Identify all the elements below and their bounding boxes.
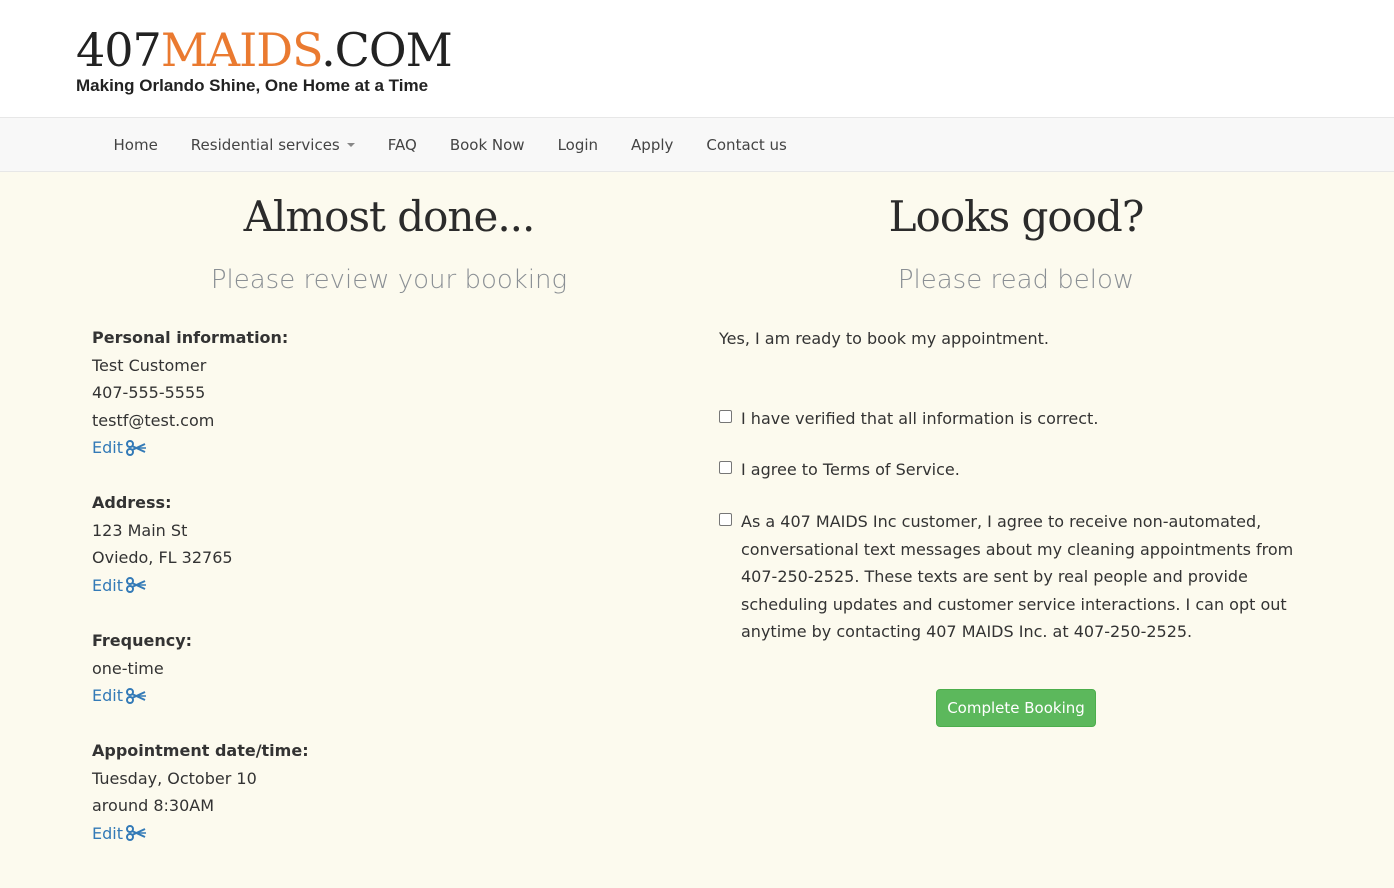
verify-info-label: I have verified that all information is … — [741, 409, 1099, 428]
main-navbar: Home Residential services FAQ Book Now L… — [0, 117, 1394, 172]
confirm-subheading: Please read below — [897, 265, 1135, 295]
edit-link-label: Edit — [92, 575, 123, 595]
review-subheading: Please review your booking — [210, 265, 568, 295]
appointment-time: around 8:30AM — [92, 796, 215, 815]
sms-consent-label: As a 407 MAIDS Inc customer, I agree to … — [741, 512, 1294, 641]
review-heading: Almost done... — [243, 192, 536, 241]
edit-link-label: Edit — [92, 686, 123, 705]
logo-part-com: .COM — [321, 23, 453, 77]
frequency-section: Frequency: one-time Edit — [92, 627, 192, 710]
edit-personal-info-link[interactable]: Edit — [92, 434, 147, 462]
logo-wordmark: 407MAIDS.COM — [76, 22, 453, 78]
nav-item-label: Residential services — [190, 135, 340, 154]
terms-row: I agree to Terms of Service. — [719, 456, 1313, 484]
verify-info-checkbox[interactable] — [719, 410, 732, 423]
appointment-date: Tuesday, October 10 — [92, 768, 257, 788]
nav-item-login[interactable]: Login — [541, 136, 614, 154]
terms-label: I agree to Terms of Service. — [741, 460, 960, 479]
sms-consent-row: As a 407 MAIDS Inc customer, I agree to … — [719, 508, 1313, 646]
confirm-heading: Looks good? — [888, 192, 1145, 241]
nav-item-label: Login — [557, 135, 599, 154]
logo-tagline: Making Orlando Shine, One Home at a Time — [76, 76, 429, 95]
scissors-icon — [125, 577, 146, 594]
verify-info-row: I have verified that all information is … — [719, 405, 1313, 433]
nav-item-label: Home — [113, 135, 158, 154]
appointment-section: Appointment date/time: Tuesday, October … — [92, 737, 309, 847]
scissors-icon — [125, 439, 146, 456]
logo-part-number: 407 — [76, 23, 162, 77]
nav-item-apply[interactable]: Apply — [615, 136, 690, 154]
nav-item-contact-us[interactable]: Contact us — [690, 136, 803, 154]
site-header: 407MAIDS.COM Making Orlando Shine, One H… — [0, 0, 1394, 117]
customer-email: testf@test.com — [92, 410, 215, 430]
edit-link-label: Edit — [92, 823, 123, 843]
edit-link-label: Edit — [92, 438, 123, 457]
customer-name: Test Customer — [92, 355, 207, 375]
nav-item-label: FAQ — [387, 135, 417, 154]
nav-item-home[interactable]: Home — [97, 136, 174, 154]
nav-item-label: Apply — [631, 135, 674, 154]
ready-to-book-text: Yes, I am ready to book my appointment. — [719, 329, 1049, 348]
address-label: Address: — [92, 493, 172, 512]
edit-appointment-link[interactable]: Edit — [92, 820, 147, 848]
scissors-icon — [125, 687, 146, 704]
site-logo[interactable]: 407MAIDS.COM Making Orlando Shine, One H… — [76, 22, 453, 96]
nav-item-book-now[interactable]: Book Now — [433, 136, 541, 154]
customer-phone: 407-555-5555 — [92, 383, 206, 402]
caret-down-icon — [346, 142, 355, 147]
nav-item-faq[interactable]: FAQ — [371, 136, 433, 154]
nav-item-label: Book Now — [449, 135, 525, 154]
sms-consent-checkbox[interactable] — [719, 513, 732, 526]
address-section: Address: 123 Main St Oviedo, FL 32765 Ed… — [92, 489, 233, 599]
appointment-label: Appointment date/time: — [92, 741, 309, 760]
complete-booking-button[interactable]: Complete Booking — [936, 689, 1096, 727]
frequency-value: one-time — [92, 658, 164, 678]
address-line-2: Oviedo, FL 32765 — [92, 548, 233, 567]
nav-item-residential-services[interactable]: Residential services — [174, 136, 371, 154]
edit-address-link[interactable]: Edit — [92, 572, 147, 600]
terms-checkbox[interactable] — [719, 461, 732, 474]
main-content: Almost done... Please review your bookin… — [0, 172, 1394, 888]
personal-info-label: Personal information: — [92, 328, 289, 347]
logo-part-maids: MAIDS — [160, 23, 322, 77]
scissors-icon — [125, 825, 146, 842]
edit-frequency-link[interactable]: Edit — [92, 682, 147, 710]
personal-info-section: Personal information: Test Customer 407-… — [92, 324, 288, 462]
nav-item-label: Contact us — [706, 135, 787, 154]
address-line-1: 123 Main St — [92, 520, 188, 540]
frequency-label: Frequency: — [92, 631, 193, 650]
